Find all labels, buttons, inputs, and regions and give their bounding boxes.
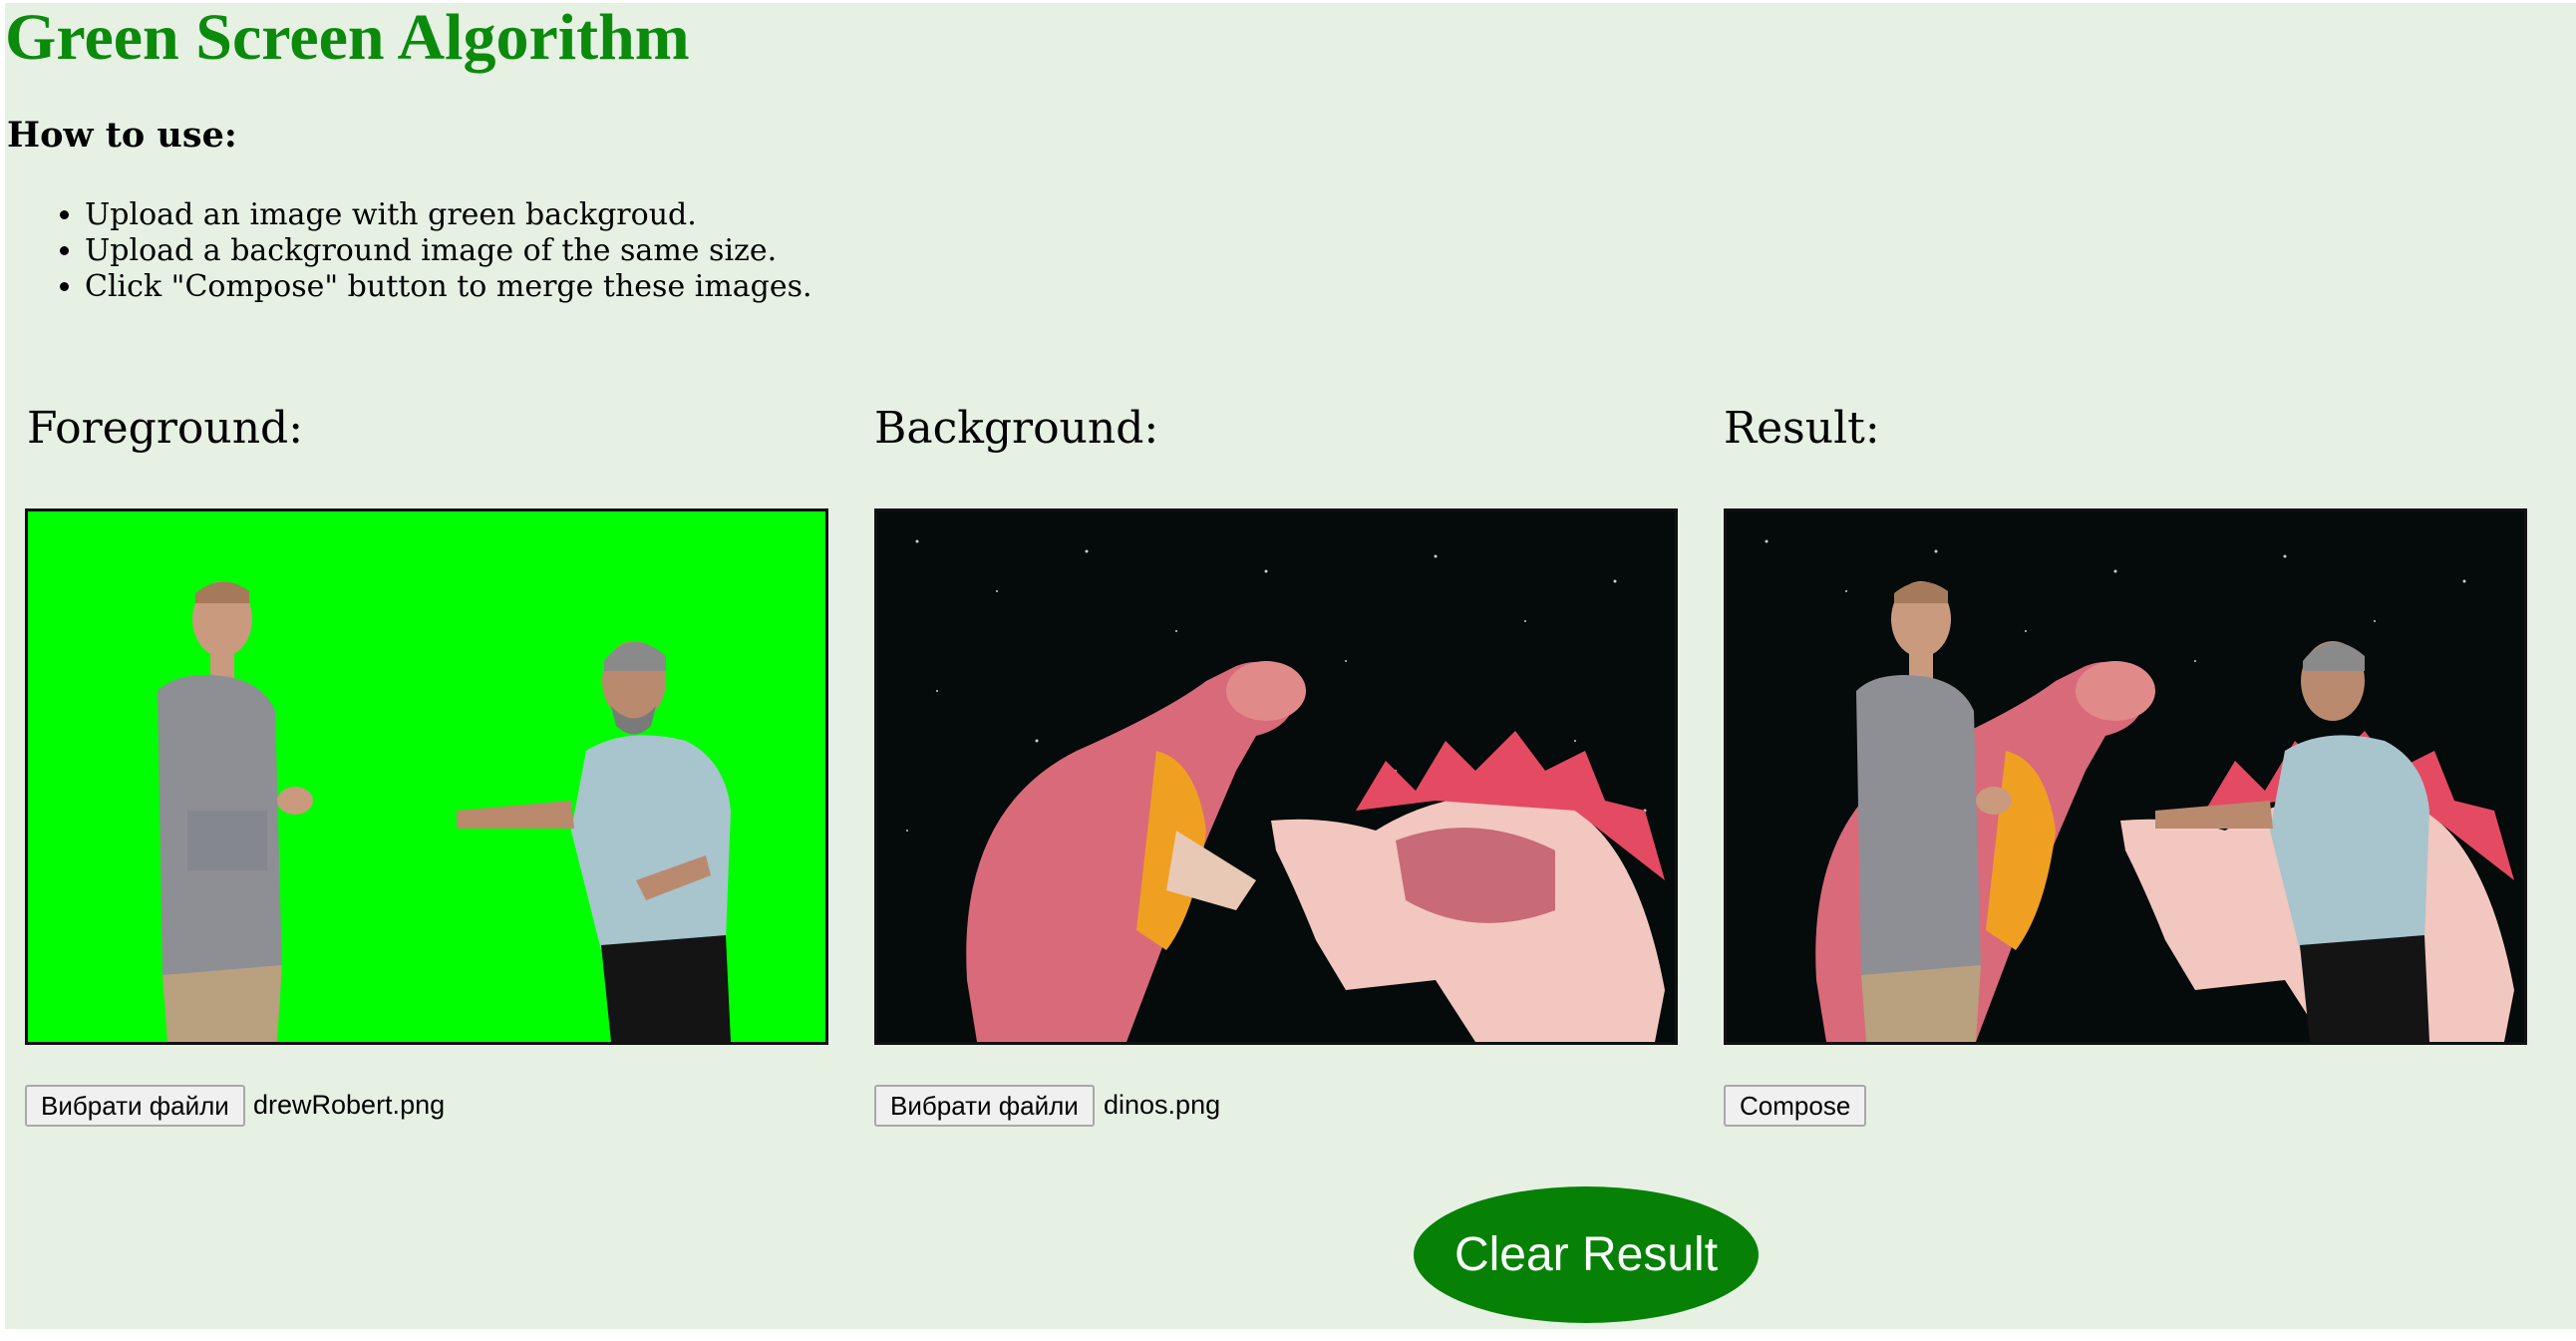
clear-result-button[interactable]: Clear Result [1414, 1186, 1759, 1323]
result-label: Result: [1724, 403, 1880, 454]
list-item: Click "Compose" button to merge these im… [85, 269, 812, 305]
foreground-file-name: drewRobert.png [253, 1090, 446, 1120]
result-canvas [1724, 508, 2527, 1045]
background-label: Background: [874, 403, 1159, 454]
foreground-file-button[interactable]: Вибрати файли [25, 1085, 245, 1127]
foreground-label: Foreground: [27, 403, 304, 454]
background-file-button[interactable]: Вибрати файли [874, 1085, 1095, 1127]
page-title: Green Screen Algorithm [5, 1, 690, 74]
foreground-canvas [25, 508, 828, 1045]
compose-button[interactable]: Compose [1724, 1085, 1867, 1127]
list-item: Upload an image with green backgroud. [85, 197, 812, 233]
page: Green Screen Algorithm How to use: Uploa… [5, 3, 2576, 1329]
background-file-name: dinos.png [1104, 1090, 1221, 1120]
list-item: Upload a background image of the same si… [85, 233, 812, 269]
background-canvas [874, 508, 1678, 1045]
instructions-list: Upload an image with green backgroud. Up… [55, 197, 812, 305]
how-to-heading: How to use: [7, 115, 237, 156]
